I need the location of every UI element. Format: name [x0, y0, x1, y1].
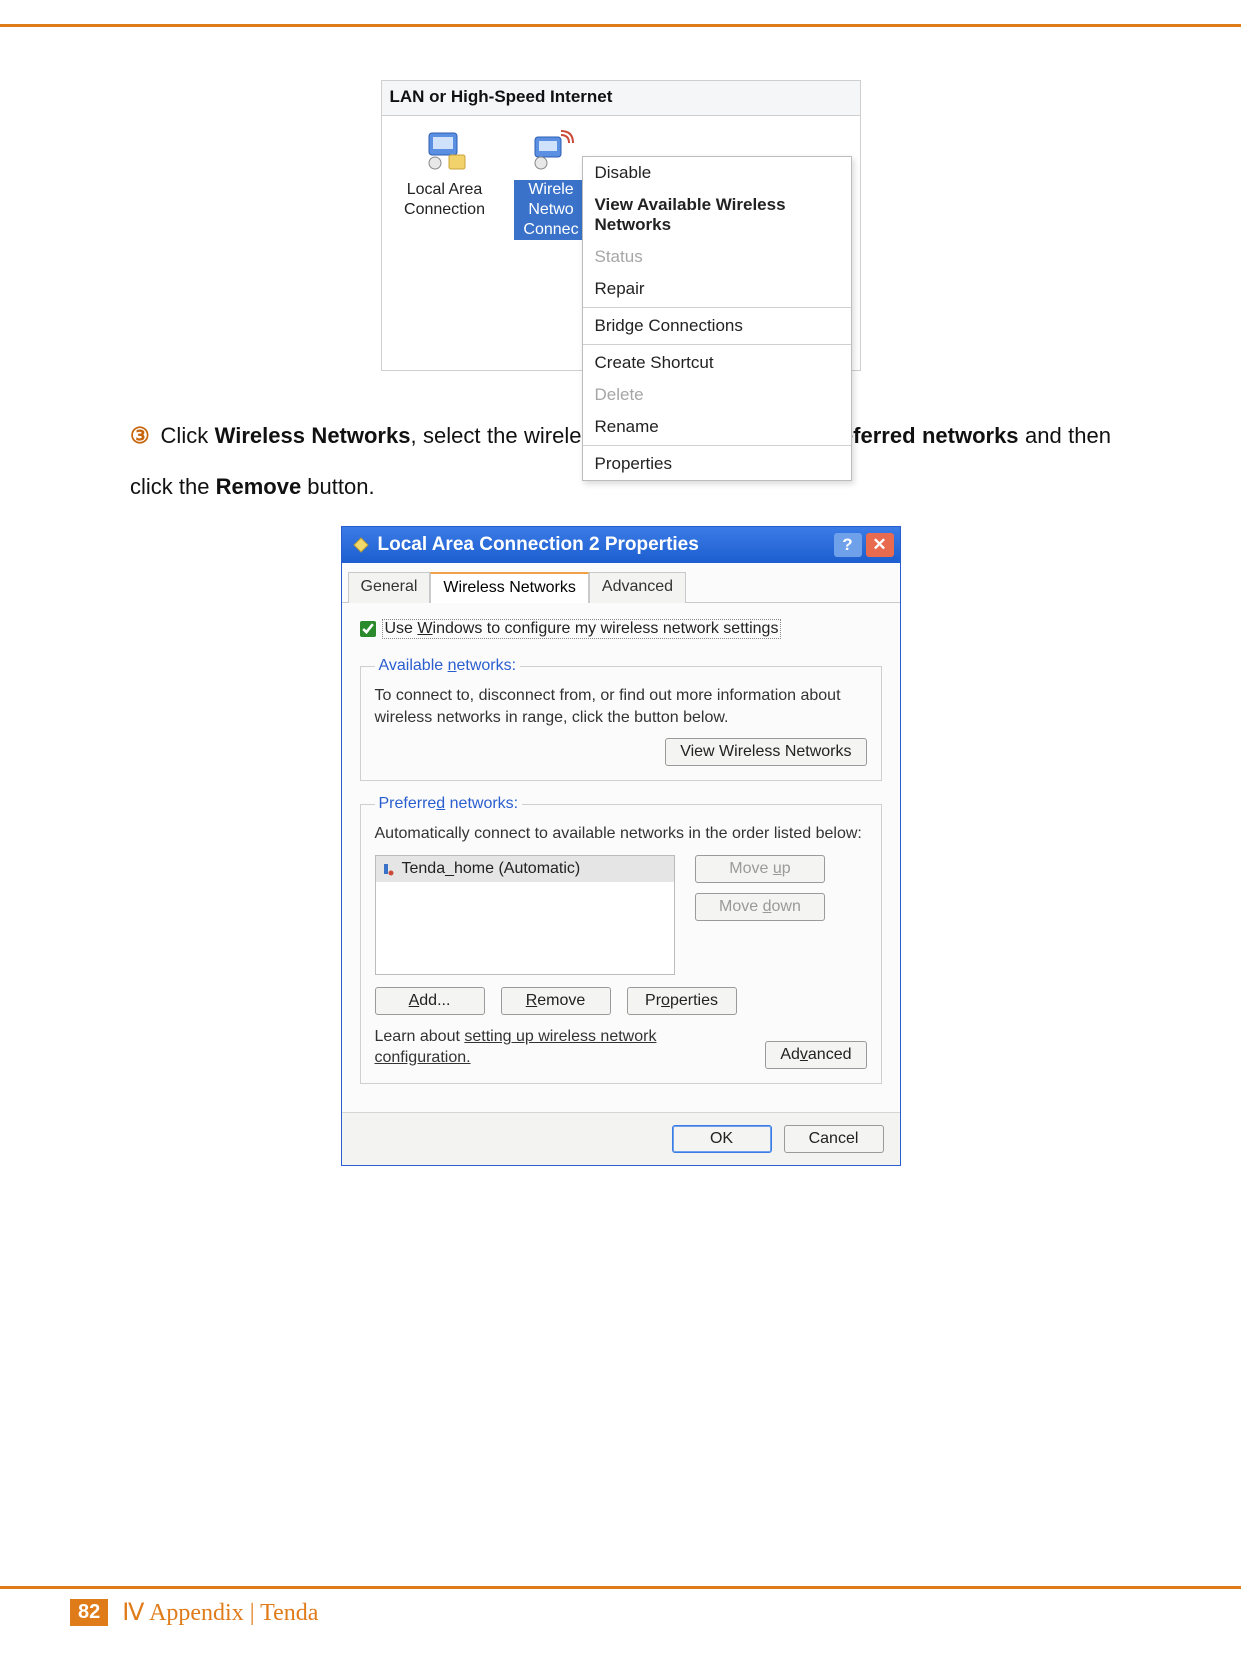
properties-dialog: Local Area Connection 2 Properties ? ✕ G… [341, 526, 901, 1165]
menu-view-networks[interactable]: View Available Wireless Networks [583, 189, 851, 241]
app-icon [352, 536, 370, 554]
menu-separator [583, 445, 851, 446]
help-button[interactable]: ? [834, 533, 862, 557]
menu-status: Status [583, 241, 851, 273]
preferred-legend: Preferred networks: [375, 795, 523, 813]
close-button[interactable]: ✕ [866, 533, 894, 557]
menu-create-shortcut[interactable]: Create Shortcut [583, 347, 851, 379]
dialog-footer: OK Cancel [342, 1112, 900, 1165]
page-number: 82 [70, 1599, 108, 1626]
menu-repair[interactable]: Repair [583, 273, 851, 305]
view-wireless-networks-button[interactable]: View Wireless Networks [665, 738, 866, 766]
preferred-list-item[interactable]: Tenda_home (Automatic) [376, 856, 674, 882]
wireless-connection-item[interactable]: WireleNetwoConnec [514, 126, 589, 240]
add-button[interactable]: Add... [375, 987, 485, 1015]
use-windows-checkbox[interactable] [360, 621, 376, 637]
move-up-button: Move up [695, 855, 825, 883]
network-key-icon [382, 862, 396, 876]
wireless-icon [525, 126, 577, 176]
menu-rename[interactable]: Rename [583, 411, 851, 443]
available-networks-group: Available networks: To connect to, disco… [360, 657, 882, 781]
page-footer: 82 Ⅳ Appendix | Tenda [70, 1598, 318, 1627]
menu-disable[interactable]: Disable [583, 157, 851, 189]
menu-delete: Delete [583, 379, 851, 411]
titlebar: Local Area Connection 2 Properties ? ✕ [342, 527, 900, 563]
menu-separator [583, 307, 851, 308]
tab-advanced[interactable]: Advanced [589, 572, 686, 603]
available-legend: Available networks: [375, 657, 521, 675]
footer-text: Ⅳ Appendix | Tenda [122, 1598, 318, 1627]
tab-panel: Use Windows to configure my wireless net… [342, 603, 900, 1111]
menu-properties[interactable]: Properties [583, 448, 851, 480]
titlebar-text: Local Area Connection 2 Properties [378, 534, 699, 556]
ethernet-icon [419, 126, 471, 176]
section-heading: LAN or High-Speed Internet [382, 81, 860, 116]
menu-separator [583, 344, 851, 345]
available-text: To connect to, disconnect from, or find … [375, 685, 867, 728]
preferred-item-label: Tenda_home (Automatic) [402, 860, 581, 878]
network-connections-window: LAN or High-Speed Internet Local AreaCon… [381, 80, 861, 371]
local-area-connection-item[interactable]: Local AreaConnection [390, 126, 500, 240]
remove-button[interactable]: Remove [501, 987, 611, 1015]
preferred-list[interactable]: Tenda_home (Automatic) [375, 855, 675, 975]
preferred-networks-group: Preferred networks: Automatically connec… [360, 795, 882, 1083]
advanced-button[interactable]: Advanced [765, 1041, 866, 1069]
ok-button[interactable]: OK [672, 1125, 772, 1153]
tab-wireless-networks[interactable]: Wireless Networks [430, 572, 588, 603]
tab-general[interactable]: General [348, 572, 431, 603]
learn-text: Learn about setting up wireless network … [375, 1027, 695, 1069]
move-down-button: Move down [695, 893, 825, 921]
preferred-text: Automatically connect to available netwo… [375, 823, 867, 845]
cancel-button[interactable]: Cancel [784, 1125, 884, 1153]
step-marker: ③ [130, 423, 150, 448]
context-menu: Disable View Available Wireless Networks… [582, 156, 852, 481]
properties-button[interactable]: Properties [627, 987, 737, 1015]
menu-bridge[interactable]: Bridge Connections [583, 310, 851, 342]
tab-strip: General Wireless Networks Advanced [342, 563, 900, 603]
use-windows-label: Use Windows to configure my wireless net… [382, 619, 782, 639]
